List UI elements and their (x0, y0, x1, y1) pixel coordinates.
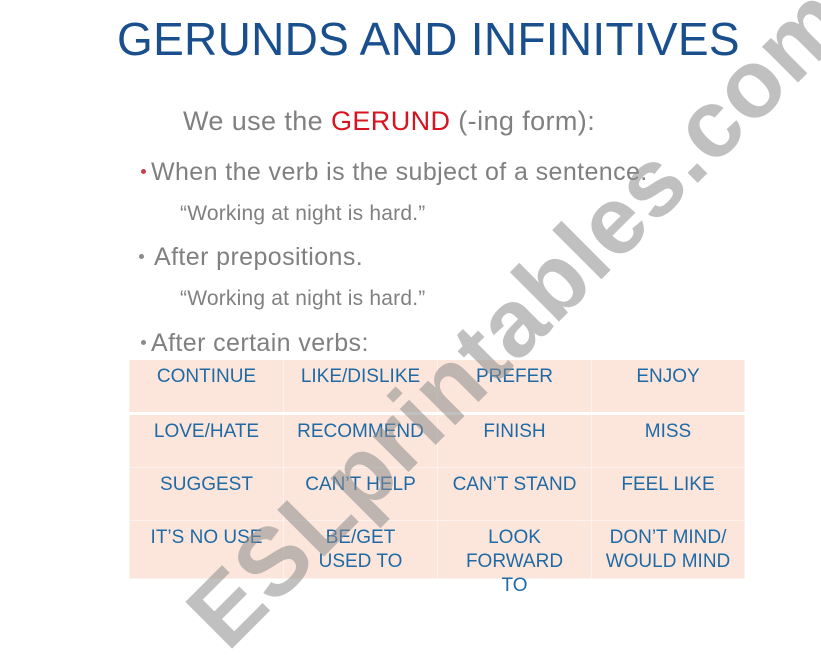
example-quote: “Working at night is hard.” (180, 287, 426, 310)
bullet-icon (139, 253, 144, 259)
table-cell: SUGGEST (129, 467, 284, 521)
table-row: SUGGEST CAN’T HELP CAN’T STAND FEEL LIKE (129, 467, 745, 521)
bullet-icon (141, 339, 146, 345)
verbs-table: CONTINUE LIKE/DISLIKE PREFER ENJOY LOVE/… (129, 360, 745, 596)
table-cell: RECOMMEND (283, 412, 438, 468)
table-cell: BE/GET USED TO (283, 520, 438, 579)
gerund-heading: We use the GERUND (-ing form): (183, 106, 595, 137)
table-cell: FINISH (437, 412, 592, 468)
example-quote: “Working at night is hard.” (180, 202, 426, 225)
table-cell: CAN’T STAND (437, 467, 592, 521)
heading-accent-gerund: GERUND (330, 106, 451, 136)
slide-title: GERUNDS AND INFINITIVES (117, 13, 740, 65)
table-cell: CONTINUE (129, 360, 284, 414)
table-row: CONTINUE LIKE/DISLIKE PREFER ENJOY (129, 360, 745, 414)
table-cell: LOVE/HATE (129, 412, 284, 468)
bullet-text: When the verb is the subject of a senten… (151, 158, 648, 186)
table-cell: CAN’T HELP (283, 467, 438, 521)
table-cell: LOOK FORWARD TO (437, 520, 592, 596)
table-cell: LIKE/DISLIKE (283, 360, 438, 414)
table-cell: IT’S NO USE (129, 520, 284, 579)
table-cell: FEEL LIKE (591, 467, 745, 521)
bullet-text: After prepositions. (154, 243, 364, 271)
table-row: LOVE/HATE RECOMMEND FINISH MISS (129, 412, 745, 468)
table-cell: PREFER (437, 360, 592, 414)
bullet-point-prepositions: After prepositions. (139, 243, 363, 272)
bullet-text: After certain verbs: (151, 329, 369, 357)
table-cell: MISS (591, 412, 745, 468)
heading-suffix: (-ing form): (450, 106, 596, 136)
bullet-icon (141, 168, 146, 174)
heading-prefix: We use the (183, 106, 331, 136)
table-cell: DON’T MIND/ WOULD MIND (591, 520, 745, 579)
table-row: IT’S NO USE BE/GET USED TO LOOK FORWARD … (129, 520, 745, 596)
table-cell: ENJOY (591, 360, 745, 414)
bullet-point-subject: When the verb is the subject of a senten… (141, 158, 648, 187)
slide: GERUNDS AND INFINITIVES We use the GERUN… (0, 0, 821, 668)
table-cell-text: LOOK FORWARD TO (465, 527, 564, 596)
bullet-point-certain-verbs: After certain verbs: (141, 329, 369, 358)
